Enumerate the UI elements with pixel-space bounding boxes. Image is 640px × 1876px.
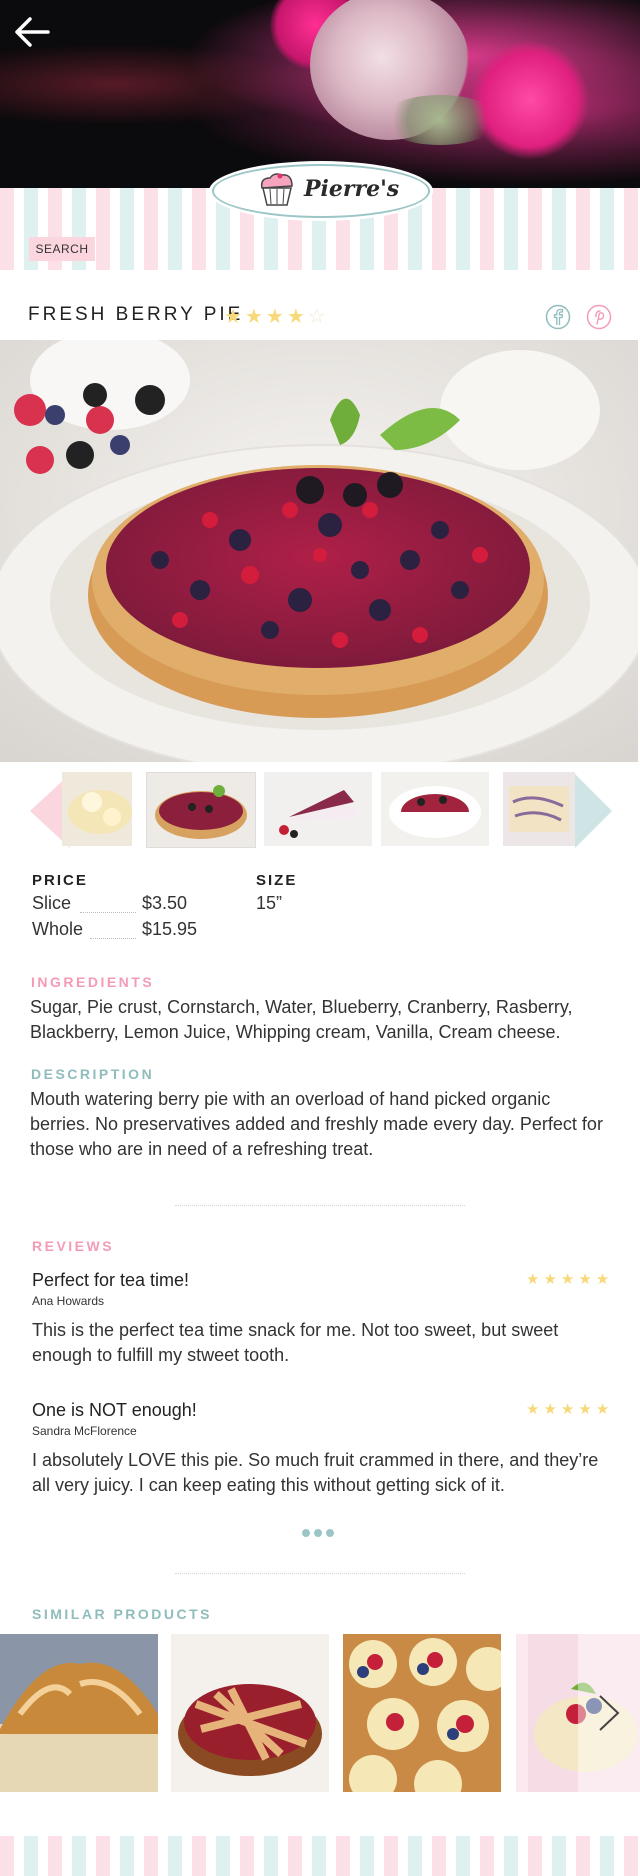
divider bbox=[175, 1205, 465, 1206]
similar-product-card[interactable] bbox=[171, 1634, 329, 1792]
star-icon: ★ bbox=[560, 1270, 579, 1288]
star-icon: ★ bbox=[543, 1270, 561, 1288]
header-hero-image bbox=[0, 0, 640, 188]
review-title: One is NOT enough! bbox=[32, 1400, 197, 1420]
star-icon: ★ bbox=[224, 304, 245, 328]
review-rating: ★★★★★ bbox=[526, 1400, 613, 1418]
description-heading: DESCRIPTION bbox=[31, 1066, 155, 1082]
price-slice-name: Slice bbox=[32, 893, 72, 913]
review-title: Perfect for tea time! bbox=[32, 1270, 190, 1290]
star-icon: ★ bbox=[244, 304, 266, 328]
search-button[interactable]: SEARCH bbox=[29, 237, 95, 261]
product-thumbnail[interactable] bbox=[264, 772, 372, 846]
hero-flower bbox=[470, 40, 590, 160]
review-author: Ana Howards bbox=[32, 1294, 105, 1308]
star-icon: ★ bbox=[595, 1400, 614, 1418]
price-leader bbox=[90, 938, 136, 939]
price-slice-value: $3.50 bbox=[142, 893, 188, 913]
product-rating: ★★★★☆ bbox=[224, 304, 329, 328]
star-icon: ★ bbox=[526, 1400, 544, 1418]
description-text: Mouth watering berry pie with an overloa… bbox=[30, 1089, 603, 1159]
review-text: I absolutely LOVE this pie. So much frui… bbox=[32, 1450, 599, 1495]
ingredients-heading: INGREDIENTS bbox=[31, 974, 155, 990]
review-author: Sandra McFlorence bbox=[32, 1424, 137, 1438]
ingredients-text: Sugar, Pie crust, Cornstarch, Water, Blu… bbox=[30, 997, 573, 1042]
dot-icon bbox=[326, 1529, 334, 1537]
similar-product-card[interactable] bbox=[343, 1634, 501, 1792]
logo[interactable]: Pierre's bbox=[212, 164, 430, 218]
star-icon: ★ bbox=[286, 304, 308, 328]
price-whole-name: Whole bbox=[32, 919, 84, 939]
arrow-left-icon bbox=[15, 17, 50, 47]
star-icon: ★ bbox=[526, 1270, 544, 1288]
star-icon: ★ bbox=[595, 1270, 614, 1288]
pinterest-share-button[interactable] bbox=[586, 304, 612, 330]
back-button[interactable] bbox=[12, 12, 52, 52]
pinterest-icon bbox=[586, 304, 612, 330]
more-reviews-button[interactable] bbox=[302, 1522, 338, 1541]
stripe-footer bbox=[0, 1836, 640, 1876]
chevron-right-icon bbox=[599, 1695, 620, 1731]
review-rating: ★★★★★ bbox=[526, 1270, 613, 1288]
size-value: 15” bbox=[256, 893, 283, 913]
dot-icon bbox=[302, 1529, 310, 1537]
star-icon: ★ bbox=[578, 1270, 596, 1288]
reviews-heading: REVIEWS bbox=[32, 1238, 115, 1254]
divider bbox=[175, 1573, 465, 1574]
star-icon: ★ bbox=[265, 304, 287, 328]
star-icon: ★ bbox=[560, 1400, 579, 1418]
price-leader bbox=[80, 912, 136, 913]
review-text: This is the perfect tea time snack for m… bbox=[32, 1320, 559, 1365]
star-icon: ★ bbox=[578, 1400, 596, 1418]
star-icon: ★ bbox=[543, 1400, 561, 1418]
dot-icon bbox=[314, 1529, 322, 1537]
product-title: FRESH BERRY PIE bbox=[28, 304, 244, 325]
product-thumbnail[interactable] bbox=[503, 772, 575, 846]
similar-products-heading: SIMILAR PRODUCTS bbox=[32, 1606, 212, 1622]
product-thumbnail[interactable] bbox=[381, 772, 489, 846]
cupcake-icon bbox=[260, 173, 293, 206]
facebook-share-button[interactable] bbox=[545, 304, 571, 330]
star-empty-icon: ☆ bbox=[307, 304, 329, 328]
similar-next-button[interactable] bbox=[578, 1634, 640, 1792]
price-whole-value: $15.95 bbox=[142, 919, 198, 939]
price-label: PRICE bbox=[32, 872, 88, 889]
product-main-image bbox=[0, 340, 638, 762]
similar-product-card[interactable] bbox=[0, 1634, 158, 1792]
product-thumbnail[interactable] bbox=[146, 772, 256, 848]
thumb-next-button[interactable] bbox=[575, 774, 612, 848]
product-thumbnail[interactable] bbox=[62, 772, 132, 846]
logo-text: Pierre's bbox=[304, 176, 400, 202]
facebook-icon bbox=[545, 304, 571, 330]
size-label: SIZE bbox=[256, 872, 298, 889]
hero-leaves bbox=[380, 95, 500, 145]
